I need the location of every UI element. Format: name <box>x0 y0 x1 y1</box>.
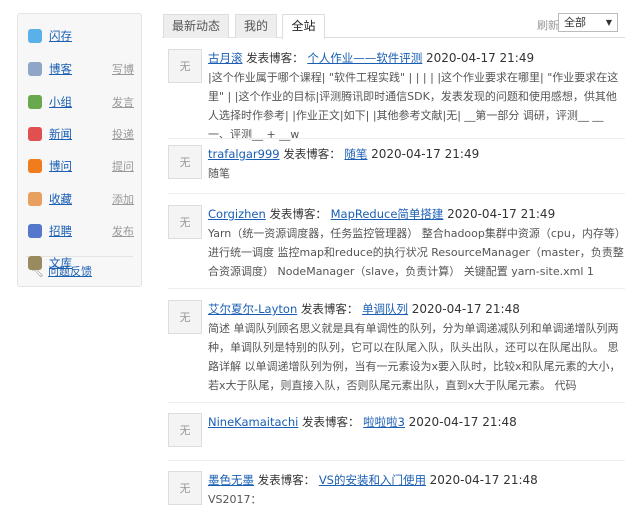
entry-divider <box>168 402 625 403</box>
author-link[interactable]: Corgizhen <box>208 207 266 221</box>
tab-latest[interactable]: 最新动态 <box>163 14 229 38</box>
sidebar-item-label[interactable]: 小组 <box>49 94 72 110</box>
tab-mine[interactable]: 我的 <box>235 14 277 38</box>
sidebar-item-label[interactable]: 招聘 <box>49 223 72 239</box>
entry-divider <box>168 138 625 139</box>
post-summary: 随笔 <box>208 167 230 180</box>
post-summary: Yarn（统一资源调度器，任务监控管理器） 整合hadoop集群中资源（cpu，… <box>208 227 624 278</box>
post-title-link[interactable]: MapReduce简单搭建 <box>331 207 444 221</box>
post-time: 2020-04-17 21:48 <box>408 415 517 429</box>
post-time: 2020-04-17 21:49 <box>425 51 535 65</box>
sidebar-item-label[interactable]: 收藏 <box>49 191 72 207</box>
job-icon <box>28 224 42 238</box>
sidebar-item-action[interactable]: 发布 <box>112 223 134 239</box>
author-link[interactable]: 古月滚 <box>208 51 243 65</box>
avatar[interactable]: 无 <box>168 413 202 447</box>
sidebar-item-action[interactable]: 发言 <box>112 94 134 110</box>
avatar-placeholder: 无 <box>179 216 191 229</box>
favorite-icon <box>28 192 42 206</box>
sidebar-item-2[interactable]: 小组 发言 <box>28 93 134 111</box>
edit-note-icon <box>28 62 42 76</box>
dropdown-arrow-icon: ▼ <box>605 18 612 27</box>
author-link[interactable]: NineKamaitachi <box>208 415 298 429</box>
post-summary: |这个作业属于哪个课程| "软件工程实践" | | | | |这个作业要求在哪里… <box>208 71 619 141</box>
avatar[interactable]: 无 <box>168 471 202 505</box>
chat-bubble-icon <box>28 29 42 43</box>
filter-selected: 全部 <box>564 16 586 29</box>
entry-divider <box>168 460 625 461</box>
post-title-link[interactable]: 个人作业——软件评测 <box>307 51 422 65</box>
post-summary: 简述 单调队列顾名思义就是具有单调性的队列，分为单调递减队列和单调递增队列两种，… <box>208 322 621 392</box>
sidebar-item-5[interactable]: 收藏 添加 <box>28 190 134 208</box>
sidebar-item-label[interactable]: 闪存 <box>49 28 72 44</box>
posted-label: 发表博客： <box>283 147 341 161</box>
avatar[interactable]: 无 <box>168 49 202 83</box>
author-link[interactable]: trafalgar999 <box>208 147 280 161</box>
posted-label: 发表博客： <box>257 473 316 487</box>
sidebar: 🔧︎ 问题反馈 闪存 博客 写博 小组 发言 新闻 投递 博问 提问 收藏 添加 招聘 发布 文库 <box>17 13 142 287</box>
avatar-placeholder: 无 <box>179 156 191 169</box>
entry-divider <box>168 288 625 289</box>
author-link[interactable]: 墨色无墨 <box>208 473 254 487</box>
question-icon <box>28 159 42 173</box>
post-time: 2020-04-17 21:49 <box>371 147 480 161</box>
filter-select[interactable]: 全部 ▼ <box>558 13 618 32</box>
news-icon <box>28 127 42 141</box>
post-title-link[interactable]: 单调队列 <box>362 302 408 316</box>
avatar[interactable]: 无 <box>168 145 202 179</box>
sidebar-item-3[interactable]: 新闻 投递 <box>28 125 134 143</box>
sidebar-item-action[interactable]: 写博 <box>112 61 134 77</box>
sidebar-item-action[interactable]: 添加 <box>112 191 134 207</box>
sidebar-item-6[interactable]: 招聘 发布 <box>28 222 134 240</box>
posted-label: 发表博客： <box>302 415 360 429</box>
post-time: 2020-04-17 21:48 <box>411 302 520 316</box>
post-time: 2020-04-17 21:48 <box>429 473 538 487</box>
sidebar-item-action[interactable]: 投递 <box>112 126 134 142</box>
post-time: 2020-04-17 21:49 <box>447 207 556 221</box>
sidebar-item-label[interactable]: 文库 <box>49 255 72 271</box>
posted-label: 发表博客： <box>300 302 359 316</box>
sidebar-item-1[interactable]: 博客 写博 <box>28 60 134 78</box>
group-icon <box>28 95 42 109</box>
post-title-link[interactable]: 啦啦啦3 <box>363 415 405 429</box>
posted-label: 发表博客： <box>246 51 304 65</box>
avatar-placeholder: 无 <box>179 311 191 324</box>
avatar-placeholder: 无 <box>179 424 191 437</box>
refresh-link[interactable]: 刷新 <box>537 17 559 33</box>
avatar-placeholder: 无 <box>179 482 191 495</box>
tab-all-site[interactable]: 全站 <box>282 14 325 39</box>
post-summary: VS2017： <box>208 493 262 506</box>
author-link[interactable]: 艾尔夏尔-Layton <box>208 302 297 316</box>
sidebar-item-label[interactable]: 博客 <box>49 61 72 77</box>
avatar[interactable]: 无 <box>168 205 202 239</box>
entry-divider <box>168 193 625 194</box>
sidebar-item-label[interactable]: 新闻 <box>49 126 72 142</box>
post-title-link[interactable]: 随笔 <box>344 147 367 161</box>
post-title-link[interactable]: VS的安装和入门使用 <box>319 473 426 487</box>
avatar[interactable]: 无 <box>168 300 202 334</box>
posted-label: 发表博客： <box>269 207 327 221</box>
sidebar-item-0[interactable]: 闪存 <box>28 27 134 45</box>
sidebar-item-4[interactable]: 博问 提问 <box>28 157 134 175</box>
sidebar-item-action[interactable]: 提问 <box>112 158 134 174</box>
sidebar-item-label[interactable]: 博问 <box>49 158 72 174</box>
sidebar-item-7[interactable]: 文库 <box>28 254 134 272</box>
avatar-placeholder: 无 <box>179 60 191 73</box>
book-icon <box>28 256 42 270</box>
